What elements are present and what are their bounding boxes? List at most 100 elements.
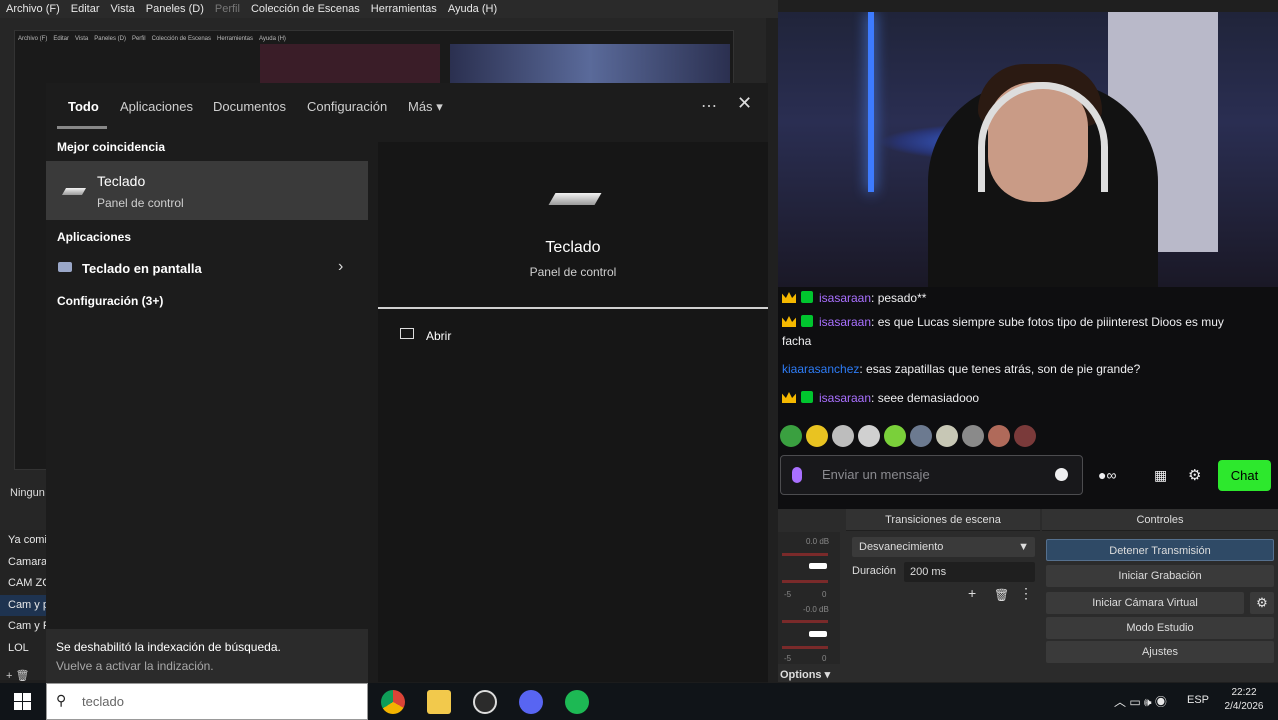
clock[interactable]: 22:22 2/4/2026 — [1214, 686, 1274, 714]
nested-menu-item: Paneles (D) — [94, 36, 126, 42]
result-preview — [378, 142, 768, 682]
on-screen-keyboard-icon — [58, 262, 72, 272]
studio-mode-button[interactable]: Modo Estudio — [1046, 617, 1274, 639]
chevron-down-icon: ▼ — [1018, 541, 1029, 553]
menu-archivo[interactable]: Archivo (F) — [6, 3, 60, 15]
emote-icon[interactable] — [936, 425, 958, 447]
add-transition-icon[interactable]: + — [968, 585, 976, 601]
spotify-icon[interactable] — [565, 690, 589, 714]
delete-scene-icon[interactable]: 🗑 — [16, 670, 30, 682]
chrome-icon[interactable] — [381, 690, 405, 714]
more-vertical-icon[interactable]: ⋮ — [1019, 585, 1033, 602]
trash-icon[interactable]: 🗑 — [994, 588, 1009, 602]
indexing-notice[interactable] — [46, 629, 368, 683]
bits-icon[interactable]: ●∞ — [1098, 467, 1116, 483]
obs-icon[interactable] — [473, 690, 497, 714]
scene-item-selected[interactable]: Cam y p — [0, 594, 46, 616]
open-action[interactable]: Abrir — [426, 329, 451, 343]
emote-icon[interactable] — [884, 425, 906, 447]
close-icon[interactable]: ✕ — [737, 93, 752, 114]
chat-username[interactable]: isasaraan — [819, 391, 871, 405]
tab-mas[interactable]: Más ▾ — [408, 99, 443, 115]
mixer-db-label: 0.0 dB — [806, 537, 830, 546]
preview-subtitle: Panel de control — [529, 265, 617, 279]
chat-placeholder: Enviar un mensaje — [822, 467, 930, 482]
chat-username[interactable]: isasaraan — [819, 291, 871, 305]
start-recording-button[interactable]: Iniciar Grabación — [1046, 565, 1274, 587]
nested-menu-item: Vista — [75, 36, 89, 42]
chat-text: : esas zapatillas que tenes atrás, son d… — [859, 362, 1141, 376]
tab-documentos[interactable]: Documentos — [213, 99, 286, 114]
windows-start-icon[interactable] — [14, 693, 32, 711]
settings-button[interactable]: Ajustes — [1046, 641, 1274, 663]
scene-item[interactable]: LOL — [0, 638, 46, 660]
emoji-icon[interactable] — [1055, 468, 1068, 481]
emote-icon[interactable] — [780, 425, 802, 447]
divider — [378, 307, 768, 309]
scene-item[interactable]: Cam y F — [0, 616, 46, 638]
crown-icon — [782, 316, 796, 327]
transition-value: Desvanecimiento — [859, 541, 944, 553]
volume-slider[interactable] — [809, 563, 827, 569]
notice-link[interactable]: Vuelve a activar la indización. — [56, 659, 214, 673]
language-indicator[interactable]: ESP — [1187, 694, 1209, 706]
apps-header: Aplicaciones — [57, 230, 132, 244]
emote-icon[interactable] — [1014, 425, 1036, 447]
emote-icon[interactable] — [832, 425, 854, 447]
tab-aplicaciones[interactable]: Aplicaciones — [120, 99, 193, 114]
file-explorer-icon[interactable] — [427, 690, 451, 714]
duration-input[interactable]: 200 ms — [904, 562, 1035, 582]
emote-icon[interactable] — [988, 425, 1010, 447]
chevron-right-icon[interactable]: › — [338, 258, 343, 276]
windows-logo-quad — [14, 693, 22, 701]
gear-icon[interactable]: ⚙ — [1188, 466, 1201, 484]
emote-icon[interactable] — [858, 425, 880, 447]
app-result-label[interactable]: Teclado en pantalla — [82, 261, 202, 276]
menu-vista[interactable]: Vista — [111, 3, 135, 15]
tab-configuracion[interactable]: Configuración — [307, 99, 387, 114]
crown-icon — [782, 292, 796, 303]
gear-icon[interactable]: ⚙ — [1250, 592, 1274, 614]
menu-coleccion[interactable]: Colección de Escenas — [251, 3, 360, 15]
tab-mas-label: Más — [408, 99, 433, 114]
best-match-result[interactable] — [46, 161, 368, 220]
chat-send-button[interactable]: Chat — [1218, 460, 1271, 491]
screen: Archivo (F) Editar Vista Paneles (D) Per… — [0, 0, 1278, 720]
emote-icon[interactable] — [962, 425, 984, 447]
chat-username[interactable]: isasaraan — [819, 315, 871, 329]
crown-icon — [782, 392, 796, 403]
emote-icon[interactable] — [910, 425, 932, 447]
chat-message: kiaarasanchez: esas zapatillas que tenes… — [782, 360, 1252, 379]
more-options-icon[interactable]: ⋯ — [701, 96, 717, 116]
nested-menu-item: Colección de Escenas — [151, 36, 211, 42]
chat-text: : seee demasiadooo — [871, 391, 980, 405]
menu-ayuda[interactable]: Ayuda (H) — [448, 3, 497, 15]
nested-menubar: Archivo (F) Editar Vista Paneles (D) Per… — [18, 36, 298, 46]
scene-list: Ya comi Camara CAM ZC Cam y p Cam y F LO… — [0, 530, 46, 680]
scene-item[interactable]: CAM ZC — [0, 573, 46, 595]
discord-icon[interactable] — [519, 690, 543, 714]
virtual-camera-button[interactable]: Iniciar Cámara Virtual — [1046, 592, 1244, 614]
chat-username[interactable]: kiaarasanchez — [782, 362, 859, 376]
scene-item[interactable]: Ya comi — [0, 530, 46, 552]
store-icon[interactable]: ▦ — [1154, 467, 1167, 484]
menu-editar[interactable]: Editar — [71, 3, 100, 15]
volume-slider[interactable] — [809, 631, 827, 637]
menu-herramientas[interactable]: Herramientas — [371, 3, 437, 15]
notice-title: Se deshabilitó la indexación de búsqueda… — [56, 640, 281, 654]
menu-perfil[interactable]: Perfil — [215, 3, 240, 15]
nested-menu-item: Archivo (F) — [18, 36, 48, 42]
settings-header[interactable]: Configuración (3+) — [57, 294, 163, 308]
stop-stream-button[interactable]: Detener Transmisión — [1046, 539, 1274, 561]
add-scene-icon[interactable]: + — [6, 670, 12, 682]
scene-item[interactable]: Camara — [0, 552, 46, 574]
emote-icon[interactable] — [806, 425, 828, 447]
transition-select[interactable]: Desvanecimiento ▼ — [852, 537, 1035, 557]
mixer-tick: 0 — [822, 590, 827, 599]
system-tray[interactable]: ︿ ▭ 🕪 ◉ — [1114, 693, 1167, 710]
nested-cam-thumb — [260, 44, 440, 84]
mic-icon[interactable] — [792, 467, 802, 483]
tab-todo[interactable]: Todo — [68, 99, 99, 114]
options-button[interactable]: Options ▾ — [778, 668, 840, 682]
menu-paneles[interactable]: Paneles (D) — [146, 3, 204, 15]
